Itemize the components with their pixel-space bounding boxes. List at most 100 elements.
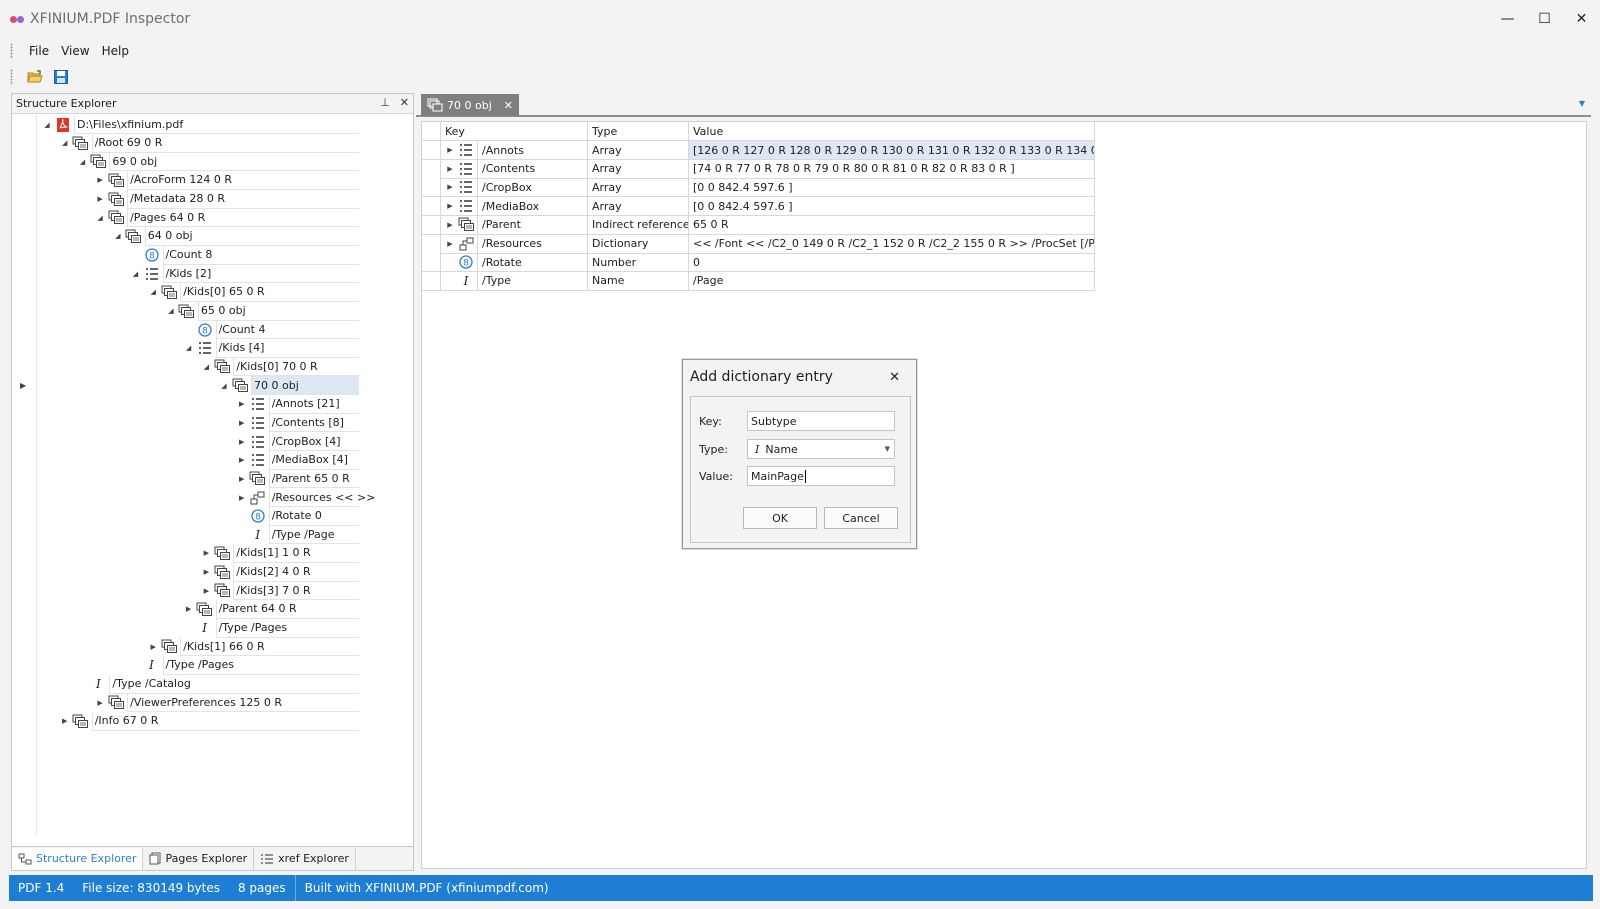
close-window-button[interactable]: ✕: [1563, 0, 1600, 38]
column-header-type[interactable]: Type: [588, 122, 689, 141]
tree-node[interactable]: I/Type /Pages: [129, 655, 359, 675]
cancel-button[interactable]: Cancel: [824, 507, 898, 529]
column-header-value[interactable]: Value: [689, 122, 1095, 141]
tree-node-cell[interactable]: /Info 67 0 R: [91, 711, 359, 731]
tree-node[interactable]: ▶ /ViewerPreferences 125 0 R: [93, 693, 359, 713]
tree-node[interactable]: ▶ /Kids[1] 66 0 R: [146, 637, 359, 657]
grid-row[interactable]: ▶ /Parent Indirect reference 65 0 R: [422, 215, 1095, 235]
tree-node-cell[interactable]: /Parent 65 0 R: [268, 469, 359, 489]
tree-node-cell[interactable]: /Kids[0] 70 0 R: [233, 357, 359, 377]
expand-arrow-icon[interactable]: ▶: [443, 183, 457, 191]
tree-node[interactable]: ◢ /Kids[0] 70 0 R: [199, 357, 359, 377]
tree-node-cell[interactable]: D:\Files\xfinium.pdf: [74, 115, 359, 134]
tree-node[interactable]: ▶ /Annots [21]: [235, 394, 359, 414]
collapse-arrow-icon[interactable]: ◢: [164, 307, 178, 315]
tree-node[interactable]: ◢ /Root 69 0 R: [58, 133, 359, 153]
grid-row[interactable]: ▶ /MediaBox Array [0 0 842.4 597.6 ]: [422, 197, 1095, 217]
expand-arrow-icon[interactable]: ▶: [443, 202, 457, 210]
expand-arrow-icon[interactable]: ▶: [443, 221, 457, 229]
menu-file[interactable]: File: [23, 44, 55, 58]
expand-arrow-icon[interactable]: ▶: [443, 146, 457, 154]
grid-row[interactable]: 8/Rotate Number 0: [422, 253, 1095, 273]
grid-value-cell[interactable]: [74 0 R 77 0 R 78 0 R 79 0 R 80 0 R 81 0…: [689, 159, 1095, 179]
tree-node[interactable]: I/Type /Catalog: [75, 674, 359, 694]
collapse-arrow-icon[interactable]: ◢: [182, 344, 196, 352]
tree-node-cell[interactable]: 69 0 obj: [109, 152, 359, 172]
tab-close-icon[interactable]: ✕: [504, 99, 513, 112]
tree-node[interactable]: ◢ 69 0 obj: [75, 152, 359, 172]
expand-arrow-icon[interactable]: ▶: [199, 549, 213, 557]
collapse-arrow-icon[interactable]: ◢: [93, 214, 107, 222]
tree-node-cell[interactable]: /Type /Pages: [215, 618, 359, 638]
tree-node[interactable]: I/Type /Page: [235, 525, 359, 545]
tree-node-cell[interactable]: /Root 69 0 R: [91, 133, 359, 153]
minimize-button[interactable]: —: [1489, 0, 1526, 38]
grid-value-cell[interactable]: [0 0 842.4 597.6 ]: [689, 197, 1095, 217]
tree-node[interactable]: ◢ /Kids [4]: [182, 338, 359, 358]
expand-arrow-icon[interactable]: ▶: [443, 165, 457, 173]
expand-arrow-icon[interactable]: ▶: [146, 643, 160, 651]
tree-node-cell[interactable]: /Annots [21]: [268, 394, 359, 414]
tree-node[interactable]: 8/Rotate 0: [235, 506, 359, 526]
grid-value-cell[interactable]: << /Font << /C2_0 149 0 R /C2_1 152 0 R …: [689, 234, 1095, 254]
tree-node-cell[interactable]: /Pages 64 0 R: [127, 208, 359, 228]
tree-node-cell[interactable]: /Resources << >>: [268, 488, 375, 507]
maximize-button[interactable]: ☐: [1526, 0, 1563, 38]
tree-node-cell[interactable]: /Kids [2]: [162, 264, 359, 284]
tree-node-cell[interactable]: /Metadata 28 0 R: [127, 189, 359, 209]
tree-node-cell[interactable]: /Type /Page: [268, 525, 359, 545]
tree-node-cell[interactable]: /Type /Catalog: [109, 674, 359, 694]
tree-node-cell[interactable]: /Rotate 0: [268, 506, 359, 526]
tree-node-cell[interactable]: /Kids [4]: [215, 338, 359, 358]
collapse-arrow-icon[interactable]: ◢: [111, 232, 125, 240]
tree-node[interactable]: ◢ 70 0 obj: [217, 376, 359, 396]
grid-row[interactable]: ▶ /CropBox Array [0 0 842.4 597.6 ]: [422, 178, 1095, 198]
expand-arrow-icon[interactable]: ▶: [93, 699, 107, 707]
ok-button[interactable]: OK: [743, 507, 817, 529]
tree-node-cell[interactable]: /ViewerPreferences 125 0 R: [127, 693, 359, 713]
collapse-arrow-icon[interactable]: ◢: [75, 158, 89, 166]
tree-node-cell[interactable]: 64 0 obj: [144, 226, 359, 246]
grid-value-cell[interactable]: [0 0 842.4 597.6 ]: [689, 178, 1095, 198]
expand-arrow-icon[interactable]: ▶: [199, 568, 213, 576]
tree-node[interactable]: ▶ /Metadata 28 0 R: [93, 189, 359, 209]
pin-icon[interactable]: ⊥: [380, 96, 390, 109]
tree-node-cell[interactable]: /AcroForm 124 0 R: [127, 170, 359, 190]
tree-node-cell[interactable]: /Kids[1] 1 0 R: [233, 543, 359, 563]
tree-node[interactable]: ▶ /Info 67 0 R: [58, 711, 359, 731]
collapse-arrow-icon[interactable]: ◢: [58, 139, 72, 147]
tree-node-cell[interactable]: /Kids[0] 65 0 R: [180, 282, 359, 302]
tree-node-cell[interactable]: /Type /Pages: [162, 655, 359, 675]
tree-node[interactable]: ◢ 64 0 obj: [111, 226, 359, 246]
column-header-key[interactable]: Key: [441, 122, 588, 141]
open-button[interactable]: [23, 66, 47, 88]
tree-node[interactable]: ▶ /Kids[1] 1 0 R: [199, 543, 359, 563]
grid-row[interactable]: I/Type Name/Page: [422, 271, 1095, 291]
expand-arrow-icon[interactable]: ▶: [199, 587, 213, 595]
expand-arrow-icon[interactable]: ▶: [235, 475, 249, 483]
tree-node[interactable]: ▶ /CropBox [4]: [235, 432, 359, 452]
tree-node[interactable]: ▶ /AcroForm 124 0 R: [93, 170, 359, 190]
tree-node-cell[interactable]: /CropBox [4]: [268, 432, 359, 452]
tree-node[interactable]: ◢ D:\Files\xfinium.pdf: [40, 115, 359, 134]
tree-node-cell[interactable]: /Parent 64 0 R: [215, 599, 359, 619]
expand-arrow-icon[interactable]: ▶: [58, 717, 72, 725]
tab-structure-explorer[interactable]: Structure Explorer: [12, 847, 144, 870]
tree-node[interactable]: ▶ /Contents [8]: [235, 413, 359, 433]
tree-node-cell[interactable]: 70 0 obj: [251, 376, 359, 396]
tab-pages-explorer[interactable]: Pages Explorer: [143, 847, 255, 870]
grid-value-cell[interactable]: 0: [689, 253, 1095, 273]
tree-node[interactable]: I/Type /Pages: [182, 618, 359, 638]
tree-node[interactable]: 8/Count 8: [129, 245, 359, 265]
expand-arrow-icon[interactable]: ▶: [235, 456, 249, 464]
tree-node[interactable]: ◢ /Kids [2]: [129, 264, 359, 284]
expand-arrow-icon[interactable]: ▶: [235, 400, 249, 408]
tree-node[interactable]: ▶ /Kids[3] 7 0 R: [199, 581, 359, 601]
expand-arrow-icon[interactable]: ▶: [235, 438, 249, 446]
tab-list-dropdown-icon[interactable]: ▼: [1579, 99, 1585, 108]
tree-node[interactable]: ▶ /Kids[2] 4 0 R: [199, 562, 359, 582]
expand-arrow-icon[interactable]: ▶: [93, 195, 107, 203]
tree-node-cell[interactable]: 65 0 obj: [197, 301, 359, 321]
expand-arrow-icon[interactable]: ▶: [235, 494, 249, 502]
tree-node[interactable]: ◢ /Kids[0] 65 0 R: [146, 282, 359, 302]
